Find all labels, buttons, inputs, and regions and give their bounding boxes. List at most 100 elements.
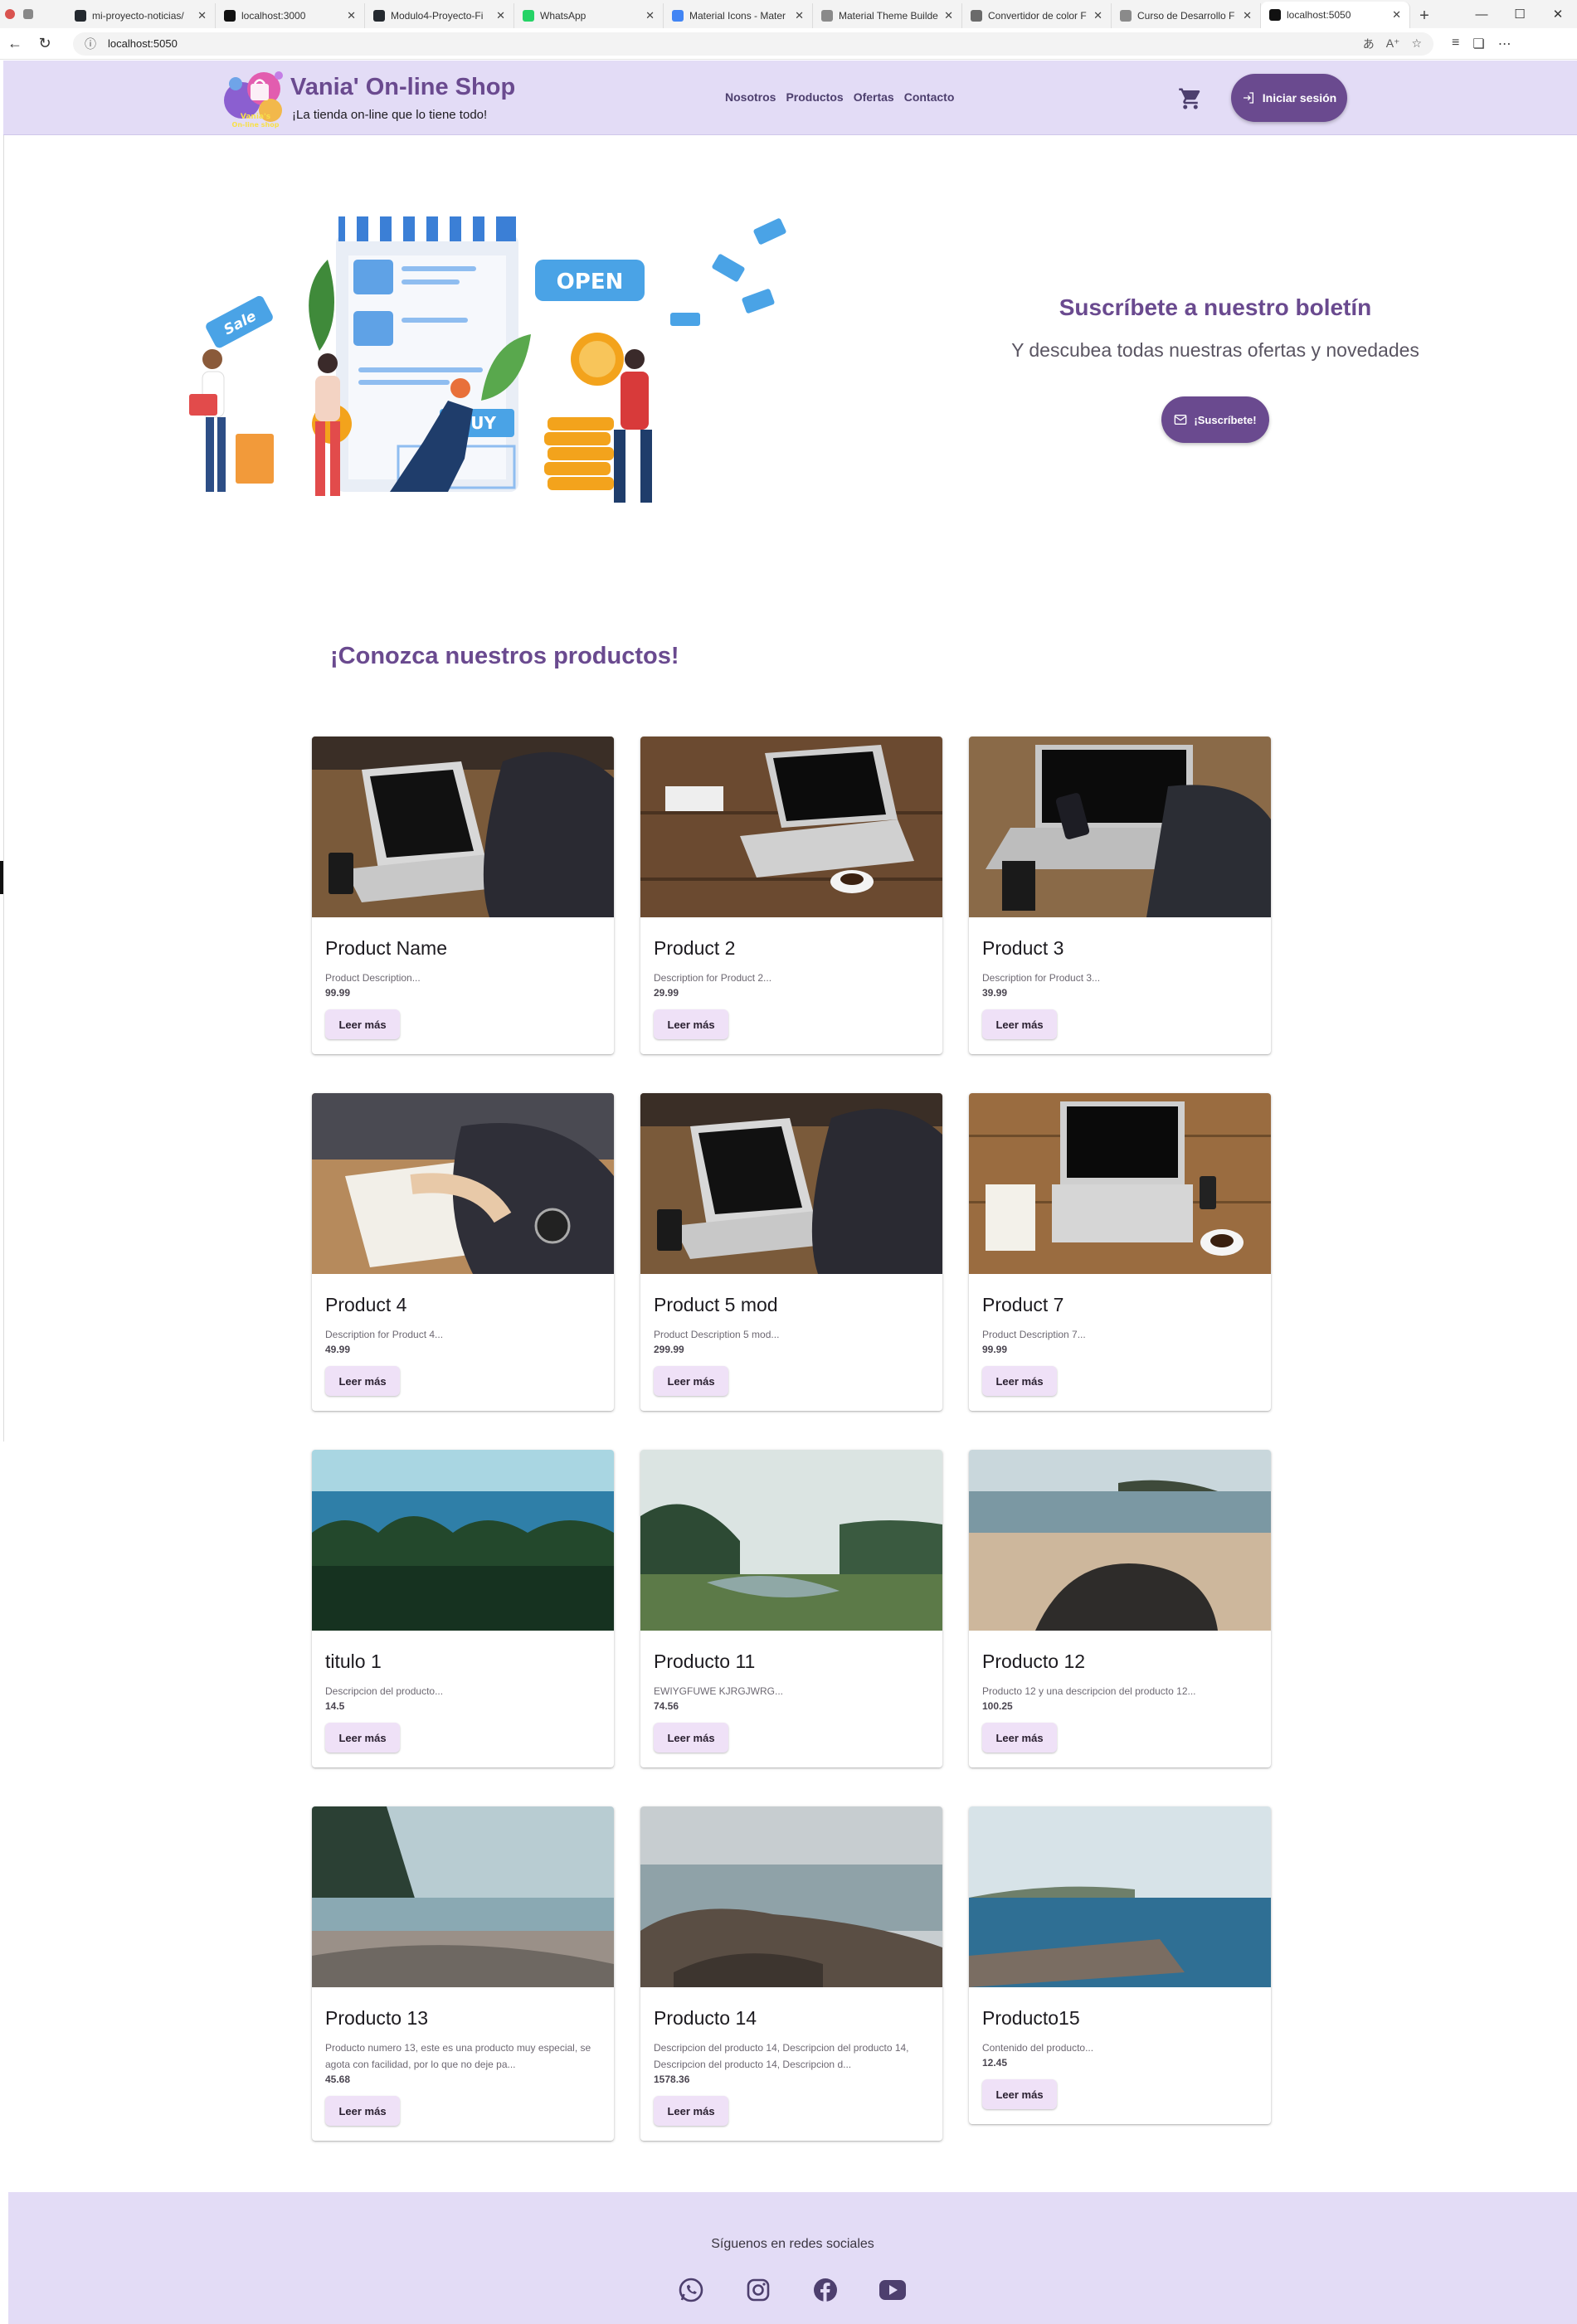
read-more-button[interactable]: Leer más xyxy=(654,1009,728,1039)
product-card[interactable]: Producto 11 EWIYGFUWE KJRGJWRG... 74.56 Lee… xyxy=(640,1450,942,1767)
product-image[interactable] xyxy=(312,1450,614,1631)
product-image[interactable] xyxy=(969,737,1271,917)
product-image[interactable] xyxy=(640,1450,942,1631)
shop-logo[interactable]: Vania's On-line shop xyxy=(221,64,290,132)
product-name: Producto 12 xyxy=(982,1651,1086,1672)
products-section-title: ¡Conozca nuestros productos! xyxy=(330,643,679,669)
read-more-button[interactable]: Leer más xyxy=(325,1723,400,1753)
facebook-icon[interactable] xyxy=(810,2275,840,2305)
browser-tab[interactable]: Material Icons - Mater ✕ xyxy=(664,3,813,28)
product-image[interactable] xyxy=(312,1093,614,1274)
newsletter-subtitle: Y descubea todas nuestras ofertas y nove… xyxy=(1011,339,1419,361)
favorite-star-icon[interactable]: ☆ xyxy=(1411,36,1422,51)
browser-tab[interactable]: localhost:3000 ✕ xyxy=(216,3,365,28)
favorites-icon[interactable]: ≡ xyxy=(1452,36,1459,52)
tab-close-icon[interactable]: ✕ xyxy=(944,9,953,22)
read-more-button[interactable]: Leer más xyxy=(325,1366,400,1396)
product-image[interactable] xyxy=(640,1093,942,1274)
read-aloud-icon[interactable]: A⁺ xyxy=(1386,36,1400,51)
close-window-button[interactable]: ✕ xyxy=(1539,0,1577,28)
product-image[interactable] xyxy=(969,1450,1271,1631)
browser-tab[interactable]: Material Theme Builde ✕ xyxy=(813,3,962,28)
tab-close-icon[interactable]: ✕ xyxy=(1392,8,1401,22)
product-card[interactable]: Product 2 Description for Product 2... 29.… xyxy=(640,737,942,1054)
tab-title: Convertidor de color F xyxy=(988,10,1087,22)
url-field[interactable]: ⓘ localhost:5050 あ A⁺ ☆ xyxy=(73,32,1433,56)
nav-link-productos[interactable]: Productos xyxy=(786,90,843,104)
read-more-button[interactable]: Leer más xyxy=(982,1723,1057,1753)
tab-close-icon[interactable]: ✕ xyxy=(197,9,207,22)
product-card[interactable]: Product 4 Description for Product 4... 49.… xyxy=(312,1093,614,1411)
browser-tab[interactable]: localhost:5050 ✕ xyxy=(1261,2,1410,28)
read-more-button[interactable]: Leer más xyxy=(982,2079,1057,2109)
product-card[interactable]: Product 5 mod Product Description 5 mod..… xyxy=(640,1093,942,1411)
product-price: 12.45 xyxy=(982,2057,1008,2069)
tab-close-icon[interactable]: ✕ xyxy=(496,9,505,22)
new-tab-button[interactable]: + xyxy=(1410,3,1438,28)
browser-tab[interactable]: Curso de Desarrollo F ✕ xyxy=(1112,3,1261,28)
product-name: Product 3 xyxy=(982,937,1064,959)
product-card[interactable]: Product 3 Description for Product 3... 39.… xyxy=(969,737,1271,1054)
product-image[interactable] xyxy=(312,1806,614,1987)
browser-tab[interactable]: Modulo4-Proyecto-Fi ✕ xyxy=(365,3,514,28)
product-image[interactable] xyxy=(312,737,614,917)
reload-button[interactable]: ↻ xyxy=(30,29,60,59)
minimize-button[interactable]: — xyxy=(1463,0,1501,28)
browser-tab[interactable]: Convertidor de color F ✕ xyxy=(962,3,1112,28)
url-text[interactable]: localhost:5050 xyxy=(108,37,1351,50)
product-card[interactable]: Producto 14 Descripcion del producto 14, … xyxy=(640,1806,942,2141)
read-more-button[interactable]: Leer más xyxy=(325,1009,400,1039)
tab-close-icon[interactable]: ✕ xyxy=(1243,9,1252,22)
menu-icon[interactable]: ⋯ xyxy=(1498,36,1511,52)
back-button[interactable]: ← xyxy=(0,29,30,59)
product-card[interactable]: Producto 13 Producto numero 13, este es u… xyxy=(312,1806,614,2141)
tab-favicon-icon xyxy=(224,10,236,22)
browser-tab[interactable]: mi-proyecto-noticias/ ✕ xyxy=(66,3,216,28)
tab-close-icon[interactable]: ✕ xyxy=(645,9,655,22)
site-info-icon[interactable]: ⓘ xyxy=(85,36,96,52)
youtube-icon[interactable] xyxy=(878,2275,908,2305)
tab-actions-icon[interactable] xyxy=(23,9,33,19)
read-more-button[interactable]: Leer más xyxy=(325,2096,400,2126)
main-nav: Nosotros Productos Ofertas Contacto xyxy=(725,90,954,104)
product-description: Description for Product 2... xyxy=(654,972,772,984)
collections-icon[interactable]: ❏ xyxy=(1472,36,1484,52)
nav-link-ofertas[interactable]: Ofertas xyxy=(854,90,894,104)
profile-icon[interactable] xyxy=(5,9,15,19)
product-image[interactable] xyxy=(969,1093,1271,1274)
product-card[interactable]: Product Name Product Description... 99.99 L… xyxy=(312,737,614,1054)
product-card[interactable]: titulo 1 Descripcion del producto... 14.5 L… xyxy=(312,1450,614,1767)
whatsapp-icon[interactable] xyxy=(676,2275,706,2305)
product-image[interactable] xyxy=(640,737,942,917)
read-more-button[interactable]: Leer más xyxy=(982,1366,1057,1396)
login-button[interactable]: Iniciar sesión xyxy=(1231,74,1347,122)
tab-close-icon[interactable]: ✕ xyxy=(347,9,356,22)
nav-link-contacto[interactable]: Contacto xyxy=(904,90,955,104)
page-left-border xyxy=(3,135,4,1442)
tab-close-icon[interactable]: ✕ xyxy=(1093,9,1102,22)
browser-profile-controls xyxy=(0,0,66,28)
shopping-cart-icon[interactable] xyxy=(1177,86,1204,111)
product-card[interactable]: Producto 12 Producto 12 y una descripcion… xyxy=(969,1450,1271,1767)
translate-icon[interactable]: あ xyxy=(1363,36,1375,52)
nav-link-nosotros[interactable]: Nosotros xyxy=(725,90,776,104)
read-more-button[interactable]: Leer más xyxy=(654,2096,728,2126)
tab-title: Material Theme Builde xyxy=(839,10,938,22)
product-image[interactable] xyxy=(640,1806,942,1987)
read-more-button[interactable]: Leer más xyxy=(654,1366,728,1396)
brand-title[interactable]: Vania' On-line Shop xyxy=(290,74,515,101)
tab-close-icon[interactable]: ✕ xyxy=(795,9,804,22)
tab-title: localhost:3000 xyxy=(241,10,306,22)
product-card[interactable]: Product 7 Product Description 7... 99.99 Le… xyxy=(969,1093,1271,1411)
instagram-icon[interactable] xyxy=(743,2275,773,2305)
read-more-button[interactable]: Leer más xyxy=(982,1009,1057,1039)
product-image[interactable] xyxy=(969,1806,1271,1987)
product-card[interactable]: Producto15 Contenido del producto... 12.45… xyxy=(969,1806,1271,2124)
read-more-button[interactable]: Leer más xyxy=(654,1723,728,1753)
tab-favicon-icon xyxy=(373,10,385,22)
maximize-button[interactable]: ☐ xyxy=(1501,0,1539,28)
product-price: 100.25 xyxy=(982,1700,1013,1712)
browser-tab[interactable]: WhatsApp ✕ xyxy=(514,3,664,28)
subscribe-button[interactable]: ¡Suscríbete! xyxy=(1161,396,1269,443)
product-price: 74.56 xyxy=(654,1700,679,1712)
